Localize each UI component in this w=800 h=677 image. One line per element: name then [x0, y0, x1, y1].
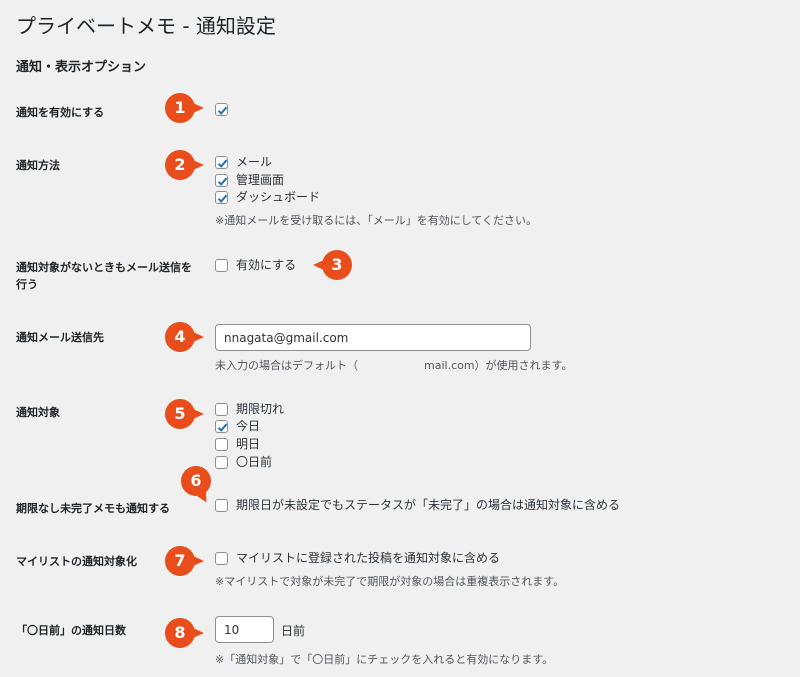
- days-before-unit: 日前: [281, 624, 306, 638]
- notification-email-input[interactable]: [215, 324, 531, 351]
- badge-7: 7: [165, 546, 204, 576]
- badge-4: 4: [165, 322, 204, 352]
- target-days-before-checkbox[interactable]: [215, 456, 228, 469]
- checkmark-icon: [217, 159, 228, 168]
- section-title: 通知・表示オプション: [16, 60, 147, 75]
- send-empty-checkbox[interactable]: [215, 259, 228, 272]
- email-note: 未入力の場合はデフォルト（ mail.com）が使用されます。: [215, 357, 572, 373]
- target-today-checkbox[interactable]: [215, 420, 228, 433]
- method-dashboard-checkbox[interactable]: [215, 191, 228, 204]
- mylist-option-label: マイリストに登録された投稿を通知対象に含める: [236, 551, 501, 565]
- badge-3: 3: [313, 250, 352, 280]
- badge-8: 8: [165, 618, 204, 648]
- checkmark-icon: [217, 177, 228, 186]
- target-expired-label: 期限切れ: [236, 402, 285, 416]
- send-empty-option-label: 有効にする: [236, 258, 297, 272]
- page-title: プライベートメモ - 通知設定: [16, 14, 276, 38]
- mylist-checkbox[interactable]: [215, 552, 228, 565]
- target-today-label: 今日: [236, 419, 261, 433]
- target-tomorrow-label: 明日: [236, 437, 261, 451]
- badge-6: 6: [181, 466, 211, 496]
- mylist-note: ※マイリストで対象が未完了で期限が対象の場合は重複表示されます。: [215, 575, 565, 588]
- checkmark-icon: [217, 423, 228, 432]
- badge-5: 5: [165, 399, 204, 429]
- target-expired-checkbox[interactable]: [215, 403, 228, 416]
- target-days-before-label: 〇日前: [236, 455, 273, 469]
- method-mail-checkbox[interactable]: [215, 156, 228, 169]
- method-admin-label: 管理画面: [236, 173, 285, 187]
- no-deadline-checkbox[interactable]: [215, 499, 228, 512]
- method-admin-checkbox[interactable]: [215, 174, 228, 187]
- enable-notification-checkbox[interactable]: [215, 103, 228, 116]
- no-deadline-option-label: 期限日が未設定でもステータスが「未完了」の場合は通知対象に含める: [236, 498, 621, 512]
- target-tomorrow-checkbox[interactable]: [215, 438, 228, 451]
- method-mail-label: メール: [236, 155, 273, 169]
- no-deadline-label: 期限なし未完了メモも通知する: [16, 502, 170, 515]
- email-note-suffix: mail.com）が使用されます。: [424, 359, 573, 372]
- checkmark-icon: [217, 194, 228, 203]
- checkmark-icon: [217, 106, 228, 115]
- method-note: ※通知メールを受け取るには、「メール」を有効にしてください。: [215, 214, 538, 227]
- days-before-input[interactable]: [215, 616, 274, 643]
- badge-2: 2: [165, 150, 204, 180]
- method-dashboard-label: ダッシュボード: [236, 190, 321, 204]
- days-before-note: ※「通知対象」で「〇日前」にチェックを入れると有効になります。: [215, 653, 554, 666]
- email-note-prefix: 未入力の場合はデフォルト（: [215, 359, 358, 372]
- send-empty-label: 通知対象がないときもメール送信を行う: [16, 261, 192, 291]
- badge-1: 1: [165, 93, 204, 123]
